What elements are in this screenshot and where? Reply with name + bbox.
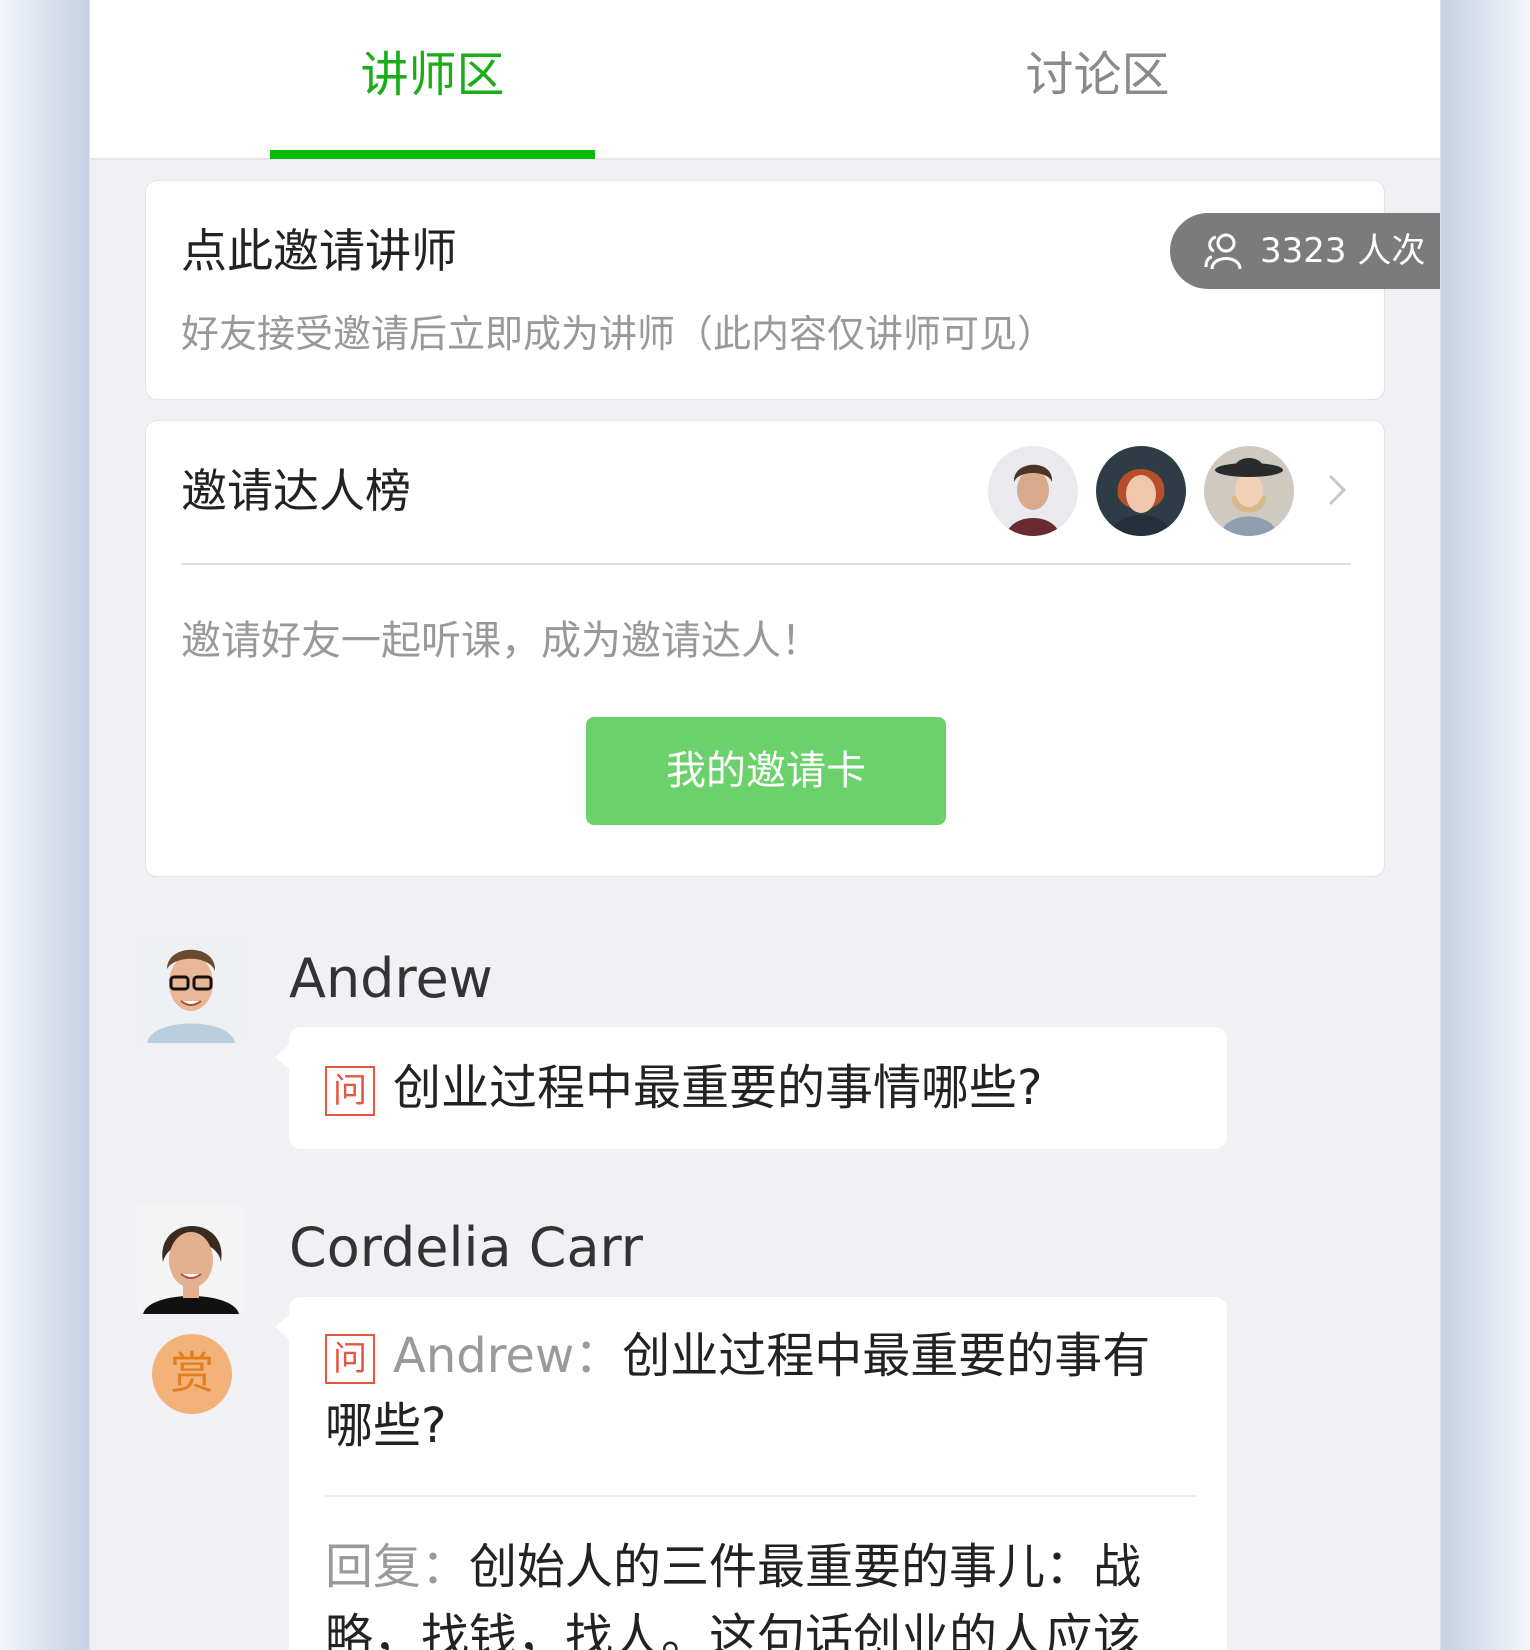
- phone-screen: 讲师区 讨论区 点此邀请讲师 好友接受邀请后立即成为讲师（此内容仅讲师可见） 邀…: [90, 0, 1440, 1650]
- invite-ranking-card: 邀请达人榜 邀请好友一起听课，成为邀请达人！ 我的邀请卡: [145, 420, 1385, 877]
- quote-separator: ：: [574, 1328, 623, 1384]
- message-text: 创业过程中最重要的事情哪些?: [393, 1060, 1043, 1116]
- my-invite-card-button[interactable]: 我的邀请卡: [586, 717, 946, 825]
- chevron-right-icon[interactable]: [1320, 473, 1354, 507]
- active-tab-indicator: [270, 150, 595, 159]
- avatar[interactable]: [137, 1206, 245, 1314]
- invite-lecturer-description: 好友接受邀请后立即成为讲师（此内容仅讲师可见）: [181, 312, 1056, 356]
- message-bubble[interactable]: 问 Andrew：创业过程中最重要的事有 哪些? 回复：创始人的三件最重要的事儿：…: [275, 1297, 1227, 1650]
- question-badge: 问: [325, 1334, 375, 1384]
- tab-lecturer[interactable]: 讲师区: [270, 40, 595, 110]
- quoted-question-line1: 创业过程中最重要的事有: [622, 1328, 1151, 1384]
- avatar[interactable]: [137, 935, 245, 1043]
- quoted-author: Andrew: [393, 1328, 575, 1384]
- avatar: [1204, 446, 1294, 536]
- divider: [325, 1495, 1197, 1497]
- avatar: [988, 446, 1078, 536]
- reply-label: 回复：: [325, 1539, 470, 1595]
- divider: [181, 563, 1351, 565]
- visit-count: 3323: [1260, 231, 1347, 271]
- visit-count-pill[interactable]: 3323 人次: [1170, 213, 1440, 289]
- reply-line1: 创始人的三件最重要的事儿：战: [469, 1539, 1142, 1595]
- ranking-avatars[interactable]: [988, 446, 1294, 536]
- reward-icon[interactable]: 赏: [152, 1334, 232, 1414]
- avatar: [1096, 446, 1186, 536]
- invite-ranking-description: 邀请好友一起听课，成为邀请达人！: [181, 618, 821, 664]
- invite-lecturer-title: 点此邀请讲师: [181, 224, 457, 278]
- message-author-name: Cordelia Carr: [289, 1216, 644, 1279]
- quoted-question-line2: 哪些?: [325, 1398, 447, 1454]
- invite-ranking-title: 邀请达人榜: [181, 464, 411, 518]
- message-author-name: Andrew: [289, 947, 493, 1010]
- people-icon: [1204, 233, 1242, 270]
- question-badge: 问: [325, 1066, 375, 1116]
- visit-unit: 人次: [1357, 231, 1426, 271]
- tab-bar: 讲师区 讨论区: [90, 0, 1440, 160]
- message-bubble[interactable]: 问创业过程中最重要的事情哪些?: [275, 1027, 1227, 1149]
- reply-line2: 略，找钱，找人。这句话创业的人应该: [325, 1609, 1142, 1650]
- tab-discussion[interactable]: 讨论区: [935, 40, 1260, 110]
